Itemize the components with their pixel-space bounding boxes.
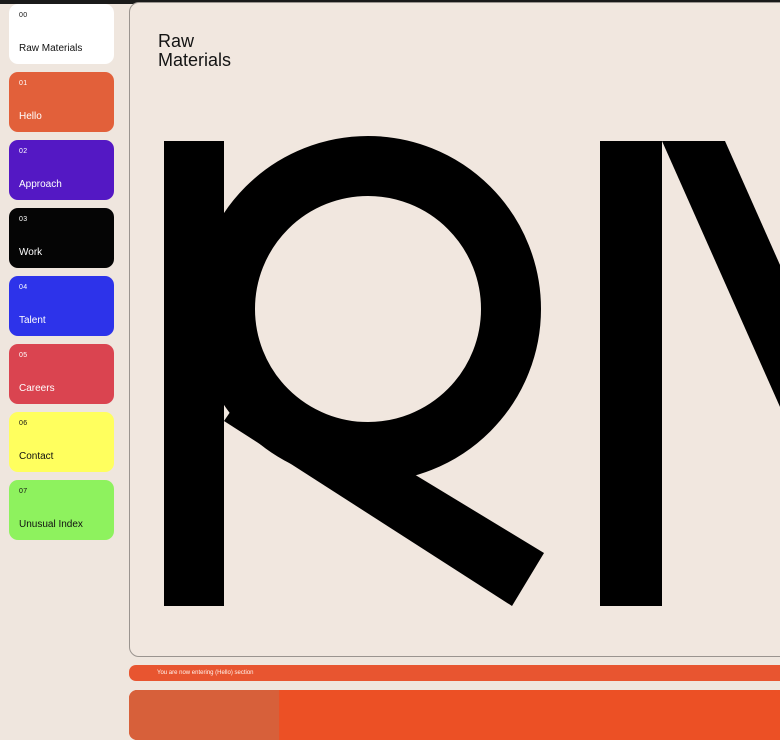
nav-item-number: 04 bbox=[19, 284, 28, 291]
letter-r-bowl bbox=[195, 136, 541, 482]
nav-item-number: 06 bbox=[19, 420, 28, 427]
nav-item-unusual-index[interactable]: 07 Unusual Index bbox=[9, 480, 114, 540]
nav-item-label: Unusual Index bbox=[19, 519, 83, 530]
status-text: You are now entering (Hello) section bbox=[157, 670, 254, 676]
nav-item-careers[interactable]: 05 Careers bbox=[9, 344, 114, 404]
nav-item-number: 03 bbox=[19, 216, 28, 223]
nav-item-approach[interactable]: 02 Approach bbox=[9, 140, 114, 200]
rm-monogram-logo bbox=[164, 136, 780, 606]
nav-item-hello[interactable]: 01 Hello bbox=[9, 72, 114, 132]
letter-m-stem bbox=[600, 141, 662, 606]
nav-item-number: 07 bbox=[19, 488, 28, 495]
nav-item-label: Raw Materials bbox=[19, 43, 83, 54]
nav-item-label: Talent bbox=[19, 315, 46, 326]
panel-shade bbox=[129, 690, 279, 740]
nav-item-number: 02 bbox=[19, 148, 28, 155]
nav-item-label: Work bbox=[19, 247, 43, 258]
letter-m-diagonal bbox=[662, 141, 780, 407]
nav-item-number: 05 bbox=[19, 352, 28, 359]
section-status-bar: You are now entering (Hello) section bbox=[129, 665, 780, 681]
nav-item-label: Careers bbox=[19, 383, 55, 394]
nav-item-number: 01 bbox=[19, 80, 28, 87]
hero-panel: Raw Materials bbox=[129, 2, 780, 657]
nav-item-talent[interactable]: 04 Talent bbox=[9, 276, 114, 336]
nav-item-number: 00 bbox=[19, 12, 28, 19]
nav-item-work[interactable]: 03 Work bbox=[9, 208, 114, 268]
nav-item-label: Contact bbox=[19, 451, 54, 462]
nav-item-contact[interactable]: 06 Contact bbox=[9, 412, 114, 472]
next-section-panel[interactable] bbox=[129, 690, 780, 740]
nav-item-label: Approach bbox=[19, 179, 62, 190]
nav-item-label: Hello bbox=[19, 111, 42, 122]
nav-item-raw-materials[interactable]: 00 Raw Materials bbox=[9, 4, 114, 64]
